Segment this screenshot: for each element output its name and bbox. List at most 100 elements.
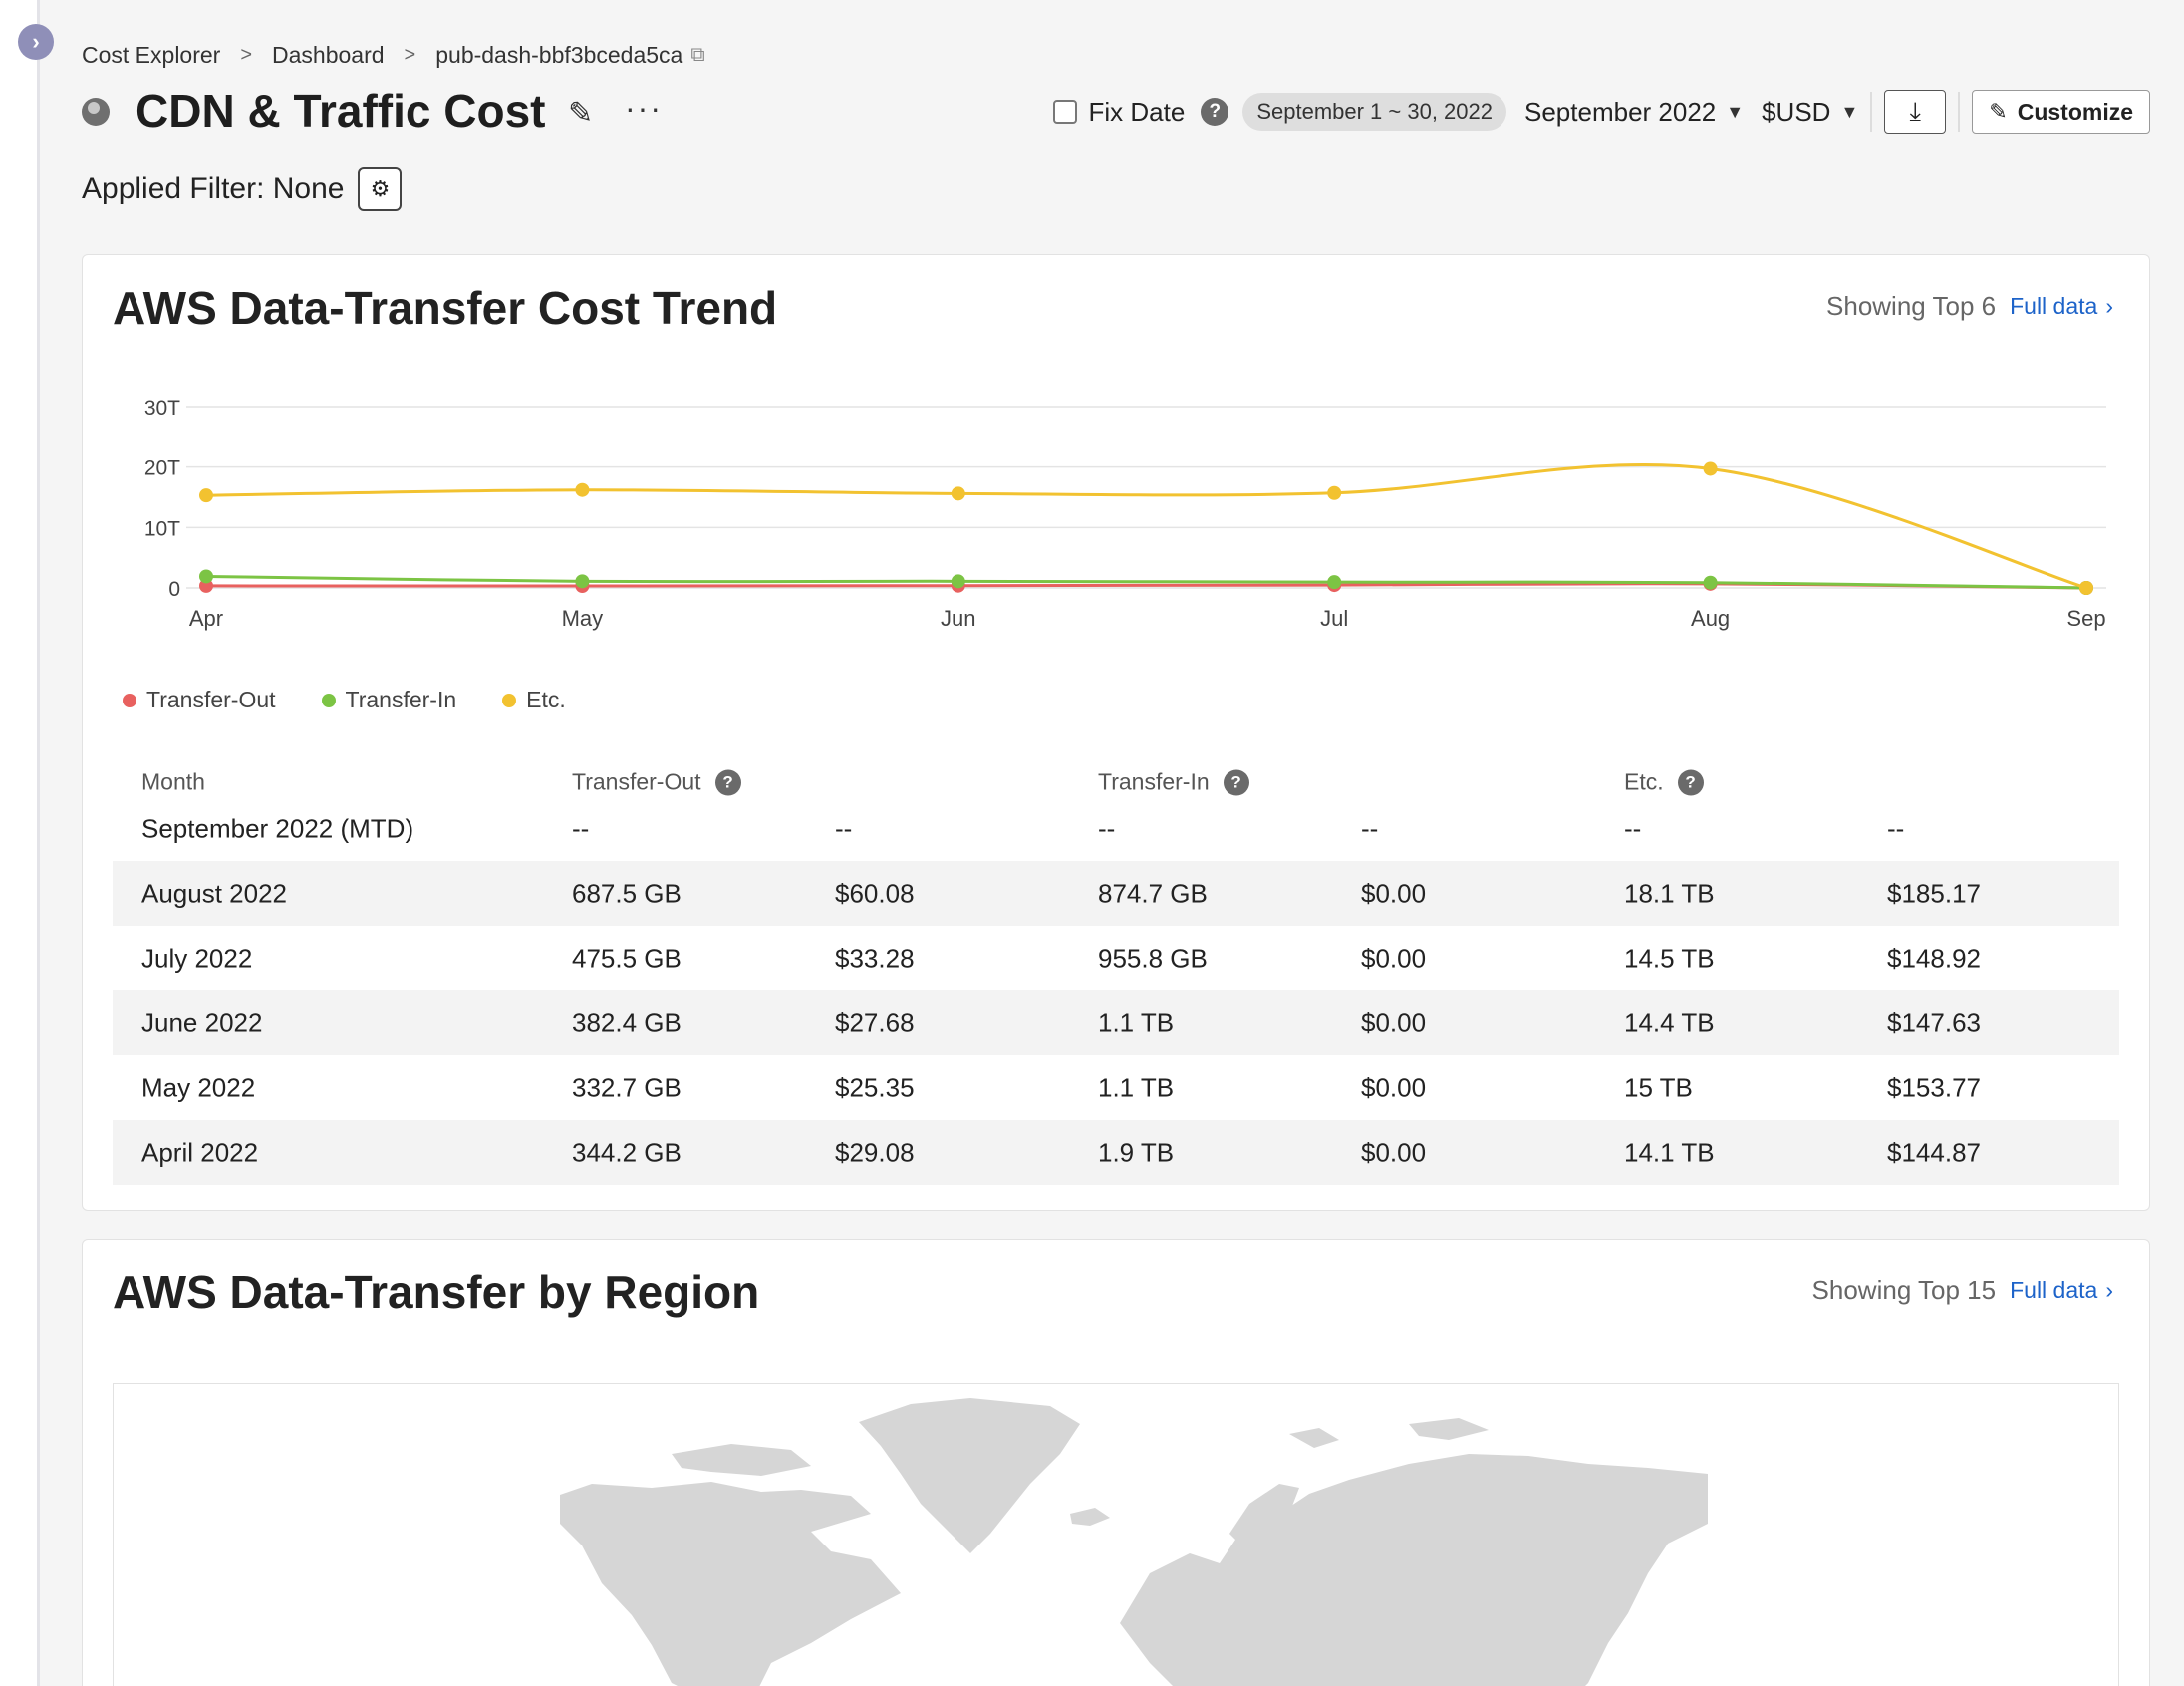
series-line-etc — [205, 463, 2087, 590]
legend-item-transfer-out[interactable]: Transfer-Out — [123, 687, 276, 713]
map-eurasia — [1120, 1454, 1708, 1686]
chevron-down-icon: ▼ — [1726, 101, 1745, 122]
column-header-label: Transfer-In — [1098, 768, 1210, 795]
breadcrumb-cost-explorer[interactable]: Cost Explorer — [82, 42, 220, 69]
legend-label: Transfer-Out — [146, 687, 276, 712]
full-data-link[interactable]: Full data › — [2010, 1277, 2113, 1304]
column-header-transfer-out: Transfer-Out? — [572, 769, 741, 796]
x-tick-label: May — [562, 606, 604, 631]
showing-top-label: Showing Top 6 — [1826, 291, 1997, 321]
breadcrumb-dashboard-id: pub-dash-bbf3bceda5ca — [435, 42, 683, 68]
customize-button[interactable]: ✎ Customize — [1972, 90, 2150, 134]
x-tick-label: Jun — [941, 606, 975, 631]
data-point-transfer-in[interactable] — [1703, 575, 1718, 590]
x-tick-label: Sep — [2066, 606, 2105, 631]
etc-cost-cell: $153.77 — [1887, 1072, 1981, 1102]
fix-date-checkbox[interactable] — [1052, 100, 1077, 124]
etc-cost-cell: $185.17 — [1887, 878, 1981, 908]
filter-settings-button[interactable]: ⚙ — [358, 167, 403, 211]
transfer-out-cost-cell: $60.08 — [835, 878, 915, 908]
data-point-etc[interactable] — [951, 486, 965, 501]
month-cell: September 2022 (MTD) — [141, 813, 414, 844]
data-point-etc[interactable] — [199, 488, 213, 503]
help-icon[interactable]: ? — [1677, 769, 1704, 795]
more-options-icon[interactable]: ··· — [625, 90, 663, 127]
transfer-in-cost-cell: $0.00 — [1361, 1072, 1427, 1102]
y-tick-label: 10T — [144, 517, 180, 540]
divider — [1958, 92, 1961, 132]
table-row: July 2022 475.5 GB $33.28 955.8 GB $0.00… — [113, 926, 2119, 990]
map-arctic-islands — [672, 1444, 811, 1476]
legend-swatch — [321, 693, 336, 707]
transfer-in-cost-cell: $0.00 — [1361, 943, 1427, 973]
etc-cost-cell: $144.87 — [1887, 1137, 1981, 1167]
chevron-right-icon: > — [240, 44, 253, 66]
table-row: June 2022 382.4 GB $27.68 1.1 TB $0.00 1… — [113, 990, 2119, 1055]
region-map[interactable] — [113, 1383, 2119, 1686]
month-cell: May 2022 — [141, 1072, 256, 1102]
map-greenland — [859, 1398, 1080, 1553]
breadcrumb-dashboard[interactable]: Dashboard — [272, 42, 385, 69]
globe-icon — [82, 98, 110, 126]
data-point-transfer-in[interactable] — [951, 574, 965, 589]
expand-sidebar-button[interactable]: › — [18, 24, 54, 60]
transfer-in-cost-cell: $0.00 — [1361, 878, 1427, 908]
column-header-label: Etc. — [1624, 768, 1664, 795]
chevron-right-icon: > — [404, 44, 416, 66]
data-point-transfer-in[interactable] — [199, 569, 213, 584]
x-tick-label: Jul — [1320, 606, 1348, 631]
etc-usage-cell: 18.1 TB — [1624, 878, 1715, 908]
y-tick-label: 30T — [144, 397, 180, 420]
column-header-month: Month — [141, 768, 205, 795]
etc-cost-cell: $148.92 — [1887, 943, 1981, 973]
legend-item-transfer-in[interactable]: Transfer-In — [321, 687, 457, 713]
currency-select[interactable]: $USD ▼ — [1762, 97, 1858, 128]
cost-table: Month Transfer-Out? Transfer-In? Etc.? S… — [113, 758, 2119, 1185]
world-map — [560, 1398, 1708, 1686]
legend-label: Transfer-In — [345, 687, 457, 712]
month-cell: April 2022 — [141, 1137, 259, 1167]
edit-icon[interactable]: ✎ — [568, 96, 593, 131]
chart-legend: Transfer-Out Transfer-In Etc. — [123, 687, 612, 713]
transfer-in-cost-cell: $0.00 — [1361, 1007, 1427, 1037]
y-tick-label: 0 — [168, 578, 180, 601]
data-point-transfer-in[interactable] — [575, 574, 590, 589]
applied-filter-label: Applied Filter: None — [82, 172, 345, 205]
transfer-out-usage-cell: 687.5 GB — [572, 878, 682, 908]
y-tick-label: 20T — [144, 457, 180, 480]
x-tick-label: Aug — [1691, 606, 1730, 631]
copy-icon[interactable]: ⧉ — [690, 44, 704, 67]
transfer-out-cost-cell: $33.28 — [835, 943, 915, 973]
full-data-link[interactable]: Full data › — [2010, 293, 2113, 320]
data-point-etc[interactable] — [575, 482, 590, 497]
etc-usage-cell: 14.1 TB — [1624, 1137, 1715, 1167]
legend-item-etc[interactable]: Etc. — [502, 687, 566, 713]
transfer-out-usage-cell: 332.7 GB — [572, 1072, 682, 1102]
transfer-out-cost-cell: $27.68 — [835, 1007, 915, 1037]
etc-usage-cell: -- — [1624, 813, 1642, 844]
help-icon[interactable]: ? — [714, 769, 741, 795]
month-select[interactable]: September 2022 ▼ — [1524, 97, 1744, 128]
download-button[interactable]: ⤓ — [1884, 90, 1947, 134]
data-point-etc[interactable] — [1703, 461, 1718, 476]
help-icon[interactable]: ? — [1201, 98, 1229, 126]
transfer-in-usage-cell: 1.9 TB — [1098, 1137, 1175, 1167]
map-svalbard — [1289, 1428, 1339, 1448]
x-tick-label: Apr — [189, 606, 223, 631]
data-point-etc[interactable] — [1327, 485, 1342, 500]
etc-usage-cell: 14.5 TB — [1624, 943, 1715, 973]
full-data-label: Full data — [2010, 293, 2098, 319]
transfer-out-cost-cell: $25.35 — [835, 1072, 915, 1102]
table-row: September 2022 (MTD) -- -- -- -- -- -- — [113, 806, 2119, 861]
data-point-transfer-in[interactable] — [1327, 575, 1342, 590]
help-icon[interactable]: ? — [1223, 769, 1249, 795]
column-header-etc: Etc.? — [1624, 769, 1704, 796]
divider — [1870, 92, 1873, 132]
date-range-badge: September 1 ~ 30, 2022 — [1242, 93, 1506, 131]
chevron-right-icon: › — [32, 29, 40, 54]
data-point-etc[interactable] — [2079, 581, 2093, 595]
filter-row: Applied Filter: None ⚙ — [82, 167, 403, 211]
card-meta: Showing Top 6 Full data › — [1826, 291, 2113, 322]
pencil-icon: ✎ — [1989, 99, 2008, 124]
chevron-right-icon: › — [2105, 293, 2113, 319]
